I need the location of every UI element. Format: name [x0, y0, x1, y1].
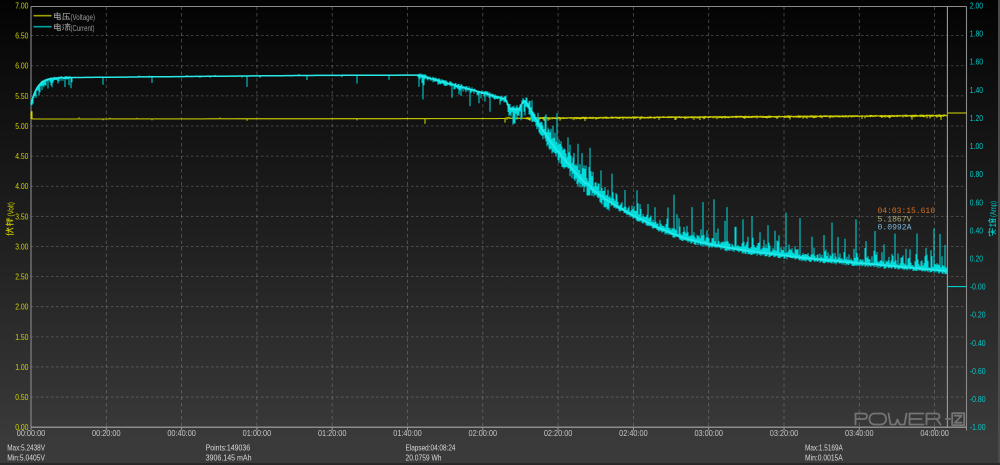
- svg-text:1.50: 1.50: [15, 333, 29, 342]
- svg-text:0.50: 0.50: [15, 393, 29, 402]
- svg-text:02:40:00: 02:40:00: [619, 429, 648, 438]
- svg-text:2.00: 2.00: [970, 2, 984, 11]
- svg-text:-0.40: -0.40: [970, 339, 986, 348]
- svg-text:(Current): (Current): [71, 23, 95, 33]
- svg-text:6.50: 6.50: [15, 32, 29, 41]
- svg-text:0.40: 0.40: [970, 226, 984, 235]
- svg-text:02:00:00: 02:00:00: [469, 429, 498, 438]
- svg-text:Points:149036: Points:149036: [206, 442, 251, 452]
- svg-text:Elapsed:04:08:24: Elapsed:04:08:24: [406, 442, 456, 452]
- svg-text:01:40:00: 01:40:00: [393, 429, 422, 438]
- svg-text:00:40:00: 00:40:00: [167, 429, 196, 438]
- svg-text:01:20:00: 01:20:00: [318, 429, 347, 438]
- svg-text:Min:5.0405V: Min:5.0405V: [7, 452, 45, 462]
- svg-text:00:00:00: 00:00:00: [17, 429, 46, 438]
- svg-text:03:00:00: 03:00:00: [694, 429, 723, 438]
- svg-text:-0.00: -0.00: [970, 283, 986, 292]
- svg-text:1.00: 1.00: [15, 363, 29, 372]
- svg-text:04:00:00: 04:00:00: [920, 429, 949, 438]
- svg-text:4.00: 4.00: [15, 182, 29, 191]
- svg-text:1.60: 1.60: [970, 58, 984, 67]
- svg-text:0.0992A: 0.0992A: [878, 224, 912, 233]
- svg-text:7.00: 7.00: [15, 2, 29, 11]
- svg-text:Min:0.0015A: Min:0.0015A: [805, 452, 843, 462]
- svg-text:2.50: 2.50: [15, 273, 29, 282]
- svg-text:01:00:00: 01:00:00: [243, 429, 272, 438]
- svg-text:4.50: 4.50: [15, 152, 29, 161]
- svg-text:0.20: 0.20: [970, 255, 984, 264]
- svg-text:-1.00: -1.00: [970, 423, 986, 432]
- svg-text:1.00: 1.00: [970, 142, 984, 151]
- svg-text:(Volt): (Volt): [7, 202, 16, 217]
- svg-text:Max:5.2438V: Max:5.2438V: [7, 442, 45, 452]
- svg-text:0.60: 0.60: [970, 198, 984, 207]
- svg-text:3906.145 mAh: 3906.145 mAh: [206, 452, 252, 462]
- svg-text:03:20:00: 03:20:00: [770, 429, 799, 438]
- svg-text:6.00: 6.00: [15, 62, 29, 71]
- svg-text:5.00: 5.00: [15, 122, 29, 131]
- svg-text:03:40:00: 03:40:00: [845, 429, 874, 438]
- svg-text:1.20: 1.20: [970, 114, 984, 123]
- svg-text:-0.60: -0.60: [970, 367, 986, 376]
- svg-text:1.80: 1.80: [970, 30, 984, 39]
- svg-text:(Voltage): (Voltage): [71, 12, 96, 22]
- svg-text:2.00: 2.00: [15, 303, 29, 312]
- svg-text:Max:1.5169A: Max:1.5169A: [805, 442, 843, 452]
- svg-text:(Amp): (Amp): [989, 201, 998, 217]
- svg-text:5.50: 5.50: [15, 92, 29, 101]
- svg-text:00:20:00: 00:20:00: [92, 429, 121, 438]
- svg-text:0.80: 0.80: [970, 170, 984, 179]
- svg-text:1.40: 1.40: [970, 86, 984, 95]
- svg-text:-0.20: -0.20: [970, 311, 986, 320]
- svg-text:3.00: 3.00: [15, 243, 29, 252]
- svg-text:02:20:00: 02:20:00: [544, 429, 573, 438]
- svg-text:3.50: 3.50: [15, 212, 29, 221]
- svg-text:20.0759 Wh: 20.0759 Wh: [406, 452, 442, 462]
- svg-text:-0.80: -0.80: [970, 395, 986, 404]
